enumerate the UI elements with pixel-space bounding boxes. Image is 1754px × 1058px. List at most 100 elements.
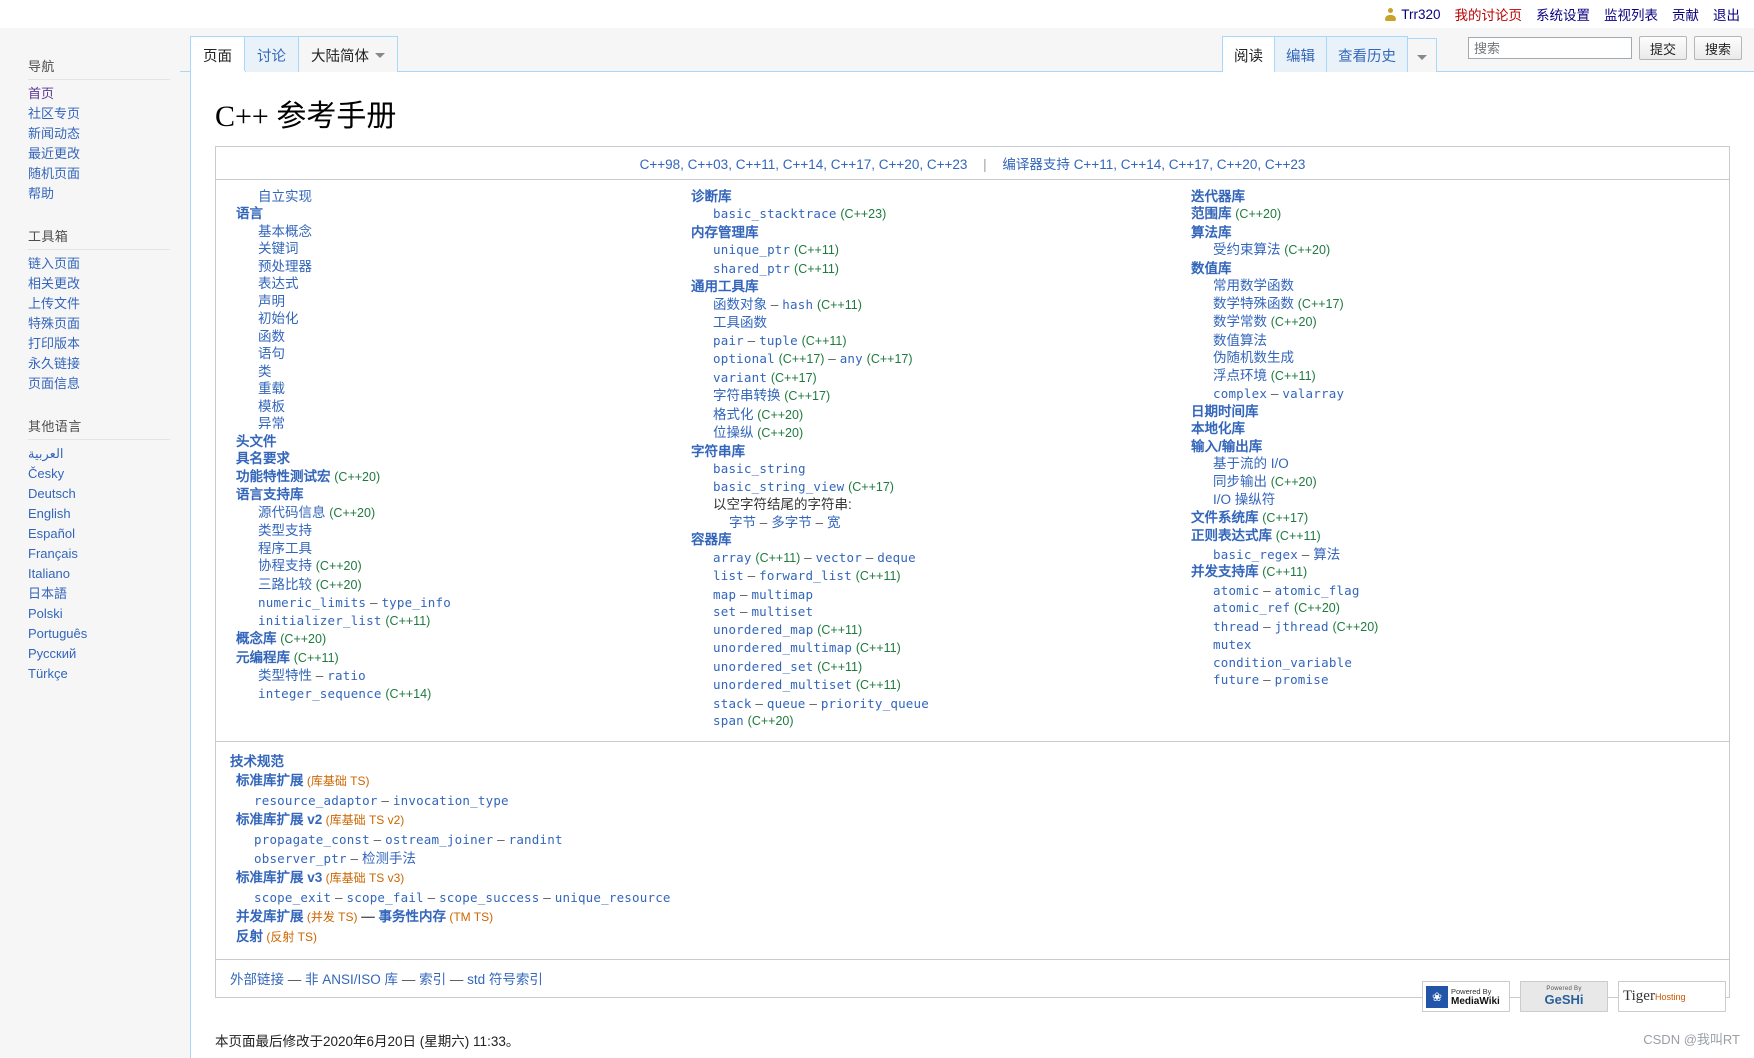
navbox-code-link[interactable]: mutex: [1213, 637, 1252, 652]
tech-spec-link[interactable]: 标准库扩展 v3: [236, 870, 322, 885]
language-link[interactable]: Türkçe: [28, 666, 68, 681]
navbox-code-link[interactable]: set: [713, 604, 736, 619]
navbox-code-link[interactable]: unordered_map: [713, 622, 813, 637]
navbox-code-link[interactable]: integer_sequence: [258, 686, 382, 701]
external-link-item[interactable]: 外部链接: [230, 972, 284, 987]
navbox-link[interactable]: 表达式: [258, 276, 299, 291]
navbox-code-link[interactable]: queue: [767, 696, 806, 711]
navbox-code-link[interactable]: hash: [782, 297, 813, 312]
sidebar-link[interactable]: 帮助: [28, 186, 54, 201]
sidebar-item-community[interactable]: 社区专页: [28, 104, 170, 124]
navbox-code-link[interactable]: unique_ptr: [713, 242, 790, 257]
navbox-section-link[interactable]: 范围库: [1191, 206, 1232, 221]
language-item-pt[interactable]: Português: [28, 624, 170, 644]
navbox-code-link[interactable]: tuple: [759, 333, 798, 348]
navbox-code-link[interactable]: basic_stacktrace: [713, 206, 837, 221]
sidebar-item-relatedchanges[interactable]: 相关更改: [28, 274, 170, 294]
sidebar-link[interactable]: 随机页面: [28, 166, 80, 181]
language-link[interactable]: Français: [28, 546, 78, 561]
symbol-index-link[interactable]: std 符号索引: [467, 972, 543, 987]
language-item-ja[interactable]: 日本語: [28, 584, 170, 604]
navbox-section-link[interactable]: 数值库: [1191, 261, 1232, 276]
sidebar-link[interactable]: 永久链接: [28, 356, 80, 371]
navbox-section-link[interactable]: 容器库: [691, 532, 732, 547]
tab-discussion[interactable]: 讨论: [244, 36, 299, 72]
search-fulltext-button[interactable]: 搜索: [1693, 36, 1742, 60]
navbox-section-link[interactable]: 并发支持库: [1191, 564, 1259, 579]
navbox-code-link[interactable]: jthread: [1275, 619, 1329, 634]
sidebar-item-recent-changes[interactable]: 最近更改: [28, 144, 170, 164]
language-item-de[interactable]: Deutsch: [28, 484, 170, 504]
personal-item-logout[interactable]: 退出: [1713, 4, 1740, 24]
navbox-link[interactable]: 基于流的 I/O: [1213, 456, 1289, 471]
navbox-code-link[interactable]: atomic: [1213, 583, 1259, 598]
navbox-code-link[interactable]: resource_adaptor: [254, 793, 378, 808]
navbox-link[interactable]: 类: [258, 364, 272, 379]
navbox-code-link[interactable]: unordered_multimap: [713, 640, 852, 655]
navbox-code-link[interactable]: observer_ptr: [254, 851, 347, 866]
navbox-code-link[interactable]: ratio: [327, 668, 366, 683]
tab-page[interactable]: 页面: [190, 36, 245, 72]
navbox-code-link[interactable]: stack: [713, 696, 752, 711]
navbox-code-link[interactable]: basic_regex: [1213, 547, 1298, 562]
language-link[interactable]: English: [28, 506, 71, 521]
language-item-ru[interactable]: Русский: [28, 644, 170, 664]
personal-item-preferences[interactable]: 系统设置: [1536, 4, 1590, 24]
navbox-link[interactable]: 函数对象: [713, 297, 767, 312]
navbox-code-link[interactable]: valarray: [1282, 386, 1344, 401]
navbox-code-link[interactable]: list: [713, 568, 744, 583]
navbox-code-link[interactable]: promise: [1275, 672, 1329, 687]
standards-versions[interactable]: C++98, C++03, C++11, C++14, C++17, C++20…: [640, 157, 968, 172]
navbox-code-link[interactable]: vector: [816, 550, 862, 565]
sidebar-link[interactable]: 页面信息: [28, 376, 80, 391]
navbox-code-link[interactable]: basic_string: [713, 461, 806, 476]
sidebar-link[interactable]: 链入页面: [28, 256, 80, 271]
navbox-code-link[interactable]: basic_string_view: [713, 479, 844, 494]
navbox-link[interactable]: 数学特殊函数: [1213, 296, 1294, 311]
navbox-code-link[interactable]: condition_variable: [1213, 655, 1352, 670]
navbox-link[interactable]: 数值算法: [1213, 333, 1267, 348]
sidebar-link[interactable]: 首页: [28, 86, 54, 101]
language-item-en[interactable]: English: [28, 504, 170, 524]
navbox-code-link[interactable]: array: [713, 550, 752, 565]
language-item-tr[interactable]: Türkçe: [28, 664, 170, 684]
mediawiki-badge[interactable]: ❀ Powered By MediaWiki: [1422, 981, 1510, 1012]
navbox-code-link[interactable]: ostream_joiner: [385, 832, 493, 847]
tab-more-menu[interactable]: [1407, 38, 1437, 72]
language-link[interactable]: Deutsch: [28, 486, 76, 501]
navbox-code-link[interactable]: span: [713, 713, 744, 728]
compiler-support-label[interactable]: 编译器支持: [1002, 157, 1070, 172]
sidebar-link[interactable]: 相关更改: [28, 276, 80, 291]
navbox-link[interactable]: 类型特性: [258, 668, 312, 683]
geshi-badge[interactable]: Powered By GeSHi: [1520, 981, 1608, 1012]
navbox-code-link[interactable]: forward_list: [759, 568, 852, 583]
tech-spec-link[interactable]: 标准库扩展: [236, 773, 304, 788]
navbox-code-link[interactable]: scope_success: [439, 890, 539, 905]
tab-edit[interactable]: 编辑: [1274, 36, 1327, 72]
navbox-link[interactable]: 浮点环境: [1213, 368, 1267, 383]
language-link[interactable]: Polski: [28, 606, 63, 621]
navbox-code-link[interactable]: optional: [713, 351, 775, 366]
language-item-ar[interactable]: العربية: [28, 444, 170, 464]
navbox-link[interactable]: 源代码信息: [258, 505, 326, 520]
sidebar-link[interactable]: 最近更改: [28, 146, 80, 161]
navbox-link[interactable]: 语句: [258, 346, 285, 361]
navbox-section-link[interactable]: 文件系统库: [1191, 510, 1259, 525]
tiger-hosting-badge[interactable]: Tiger Hosting: [1618, 981, 1726, 1012]
navbox-link[interactable]: 算法: [1313, 547, 1340, 562]
index-link[interactable]: 索引: [419, 972, 446, 987]
navbox-link[interactable]: 数学常数: [1213, 314, 1267, 329]
navbox-code-link[interactable]: complex: [1213, 386, 1267, 401]
navbox-code-link[interactable]: multimap: [751, 587, 813, 602]
tech-spec-link[interactable]: 并发库扩展: [236, 909, 304, 924]
navbox-link[interactable]: 程序工具: [258, 541, 312, 556]
sidebar-item-printable[interactable]: 打印版本: [28, 334, 170, 354]
language-link[interactable]: العربية: [28, 446, 64, 461]
language-item-cs[interactable]: Česky: [28, 464, 170, 484]
navbox-section-link[interactable]: 头文件: [236, 434, 277, 449]
navbox-code-link[interactable]: propagate_const: [254, 832, 370, 847]
navbox-code-link[interactable]: pair: [713, 333, 744, 348]
navbox-code-link[interactable]: unique_resource: [555, 890, 671, 905]
navbox-link[interactable]: 基本概念: [258, 224, 312, 239]
navbox-code-link[interactable]: unordered_set: [713, 659, 813, 674]
